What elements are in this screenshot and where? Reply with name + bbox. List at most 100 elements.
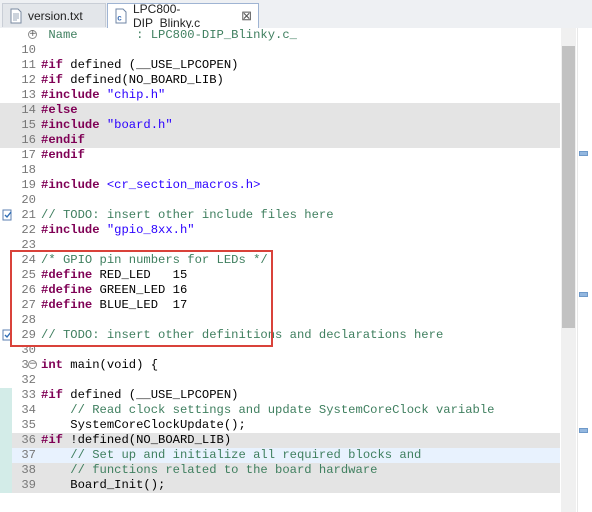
code-line[interactable]: 34 // Read clock settings and update Sys…	[0, 403, 560, 418]
tab-label: version.txt	[28, 8, 83, 23]
code-token: int	[41, 358, 63, 372]
code-line[interactable]: 33 #if defined (__USE_LPCOPEN)	[0, 388, 560, 403]
code-line[interactable]: 38 // functions related to the board har…	[0, 463, 560, 478]
overview-ruler[interactable]	[577, 28, 592, 512]
line-text: #if defined (__USE_LPCOPEN)	[41, 58, 238, 73]
code-token: !defined(NO_BOARD_LIB)	[62, 433, 232, 447]
line-text: #endif	[41, 133, 85, 148]
code-token: defined (__USE_LPCOPEN)	[62, 58, 239, 72]
line-text: Board_Init();	[41, 478, 165, 493]
code-token: Board_Init();	[41, 478, 166, 492]
code-line[interactable]: 16 #endif	[0, 133, 560, 148]
code-line[interactable]: 17 #endif	[0, 148, 560, 163]
quick-diff-marker	[0, 448, 12, 463]
code-line[interactable]: 39 Board_Init();	[0, 478, 560, 493]
code-token: // TODO: insert other include files here	[41, 208, 334, 222]
code-token: // Read clock settings and update System…	[70, 403, 495, 417]
code-token: Name : LPC800-DIP_Blinky.c	[41, 28, 290, 42]
code-token: #include	[41, 88, 100, 102]
code-token: #include	[41, 223, 100, 237]
code-token: #endif	[41, 148, 85, 162]
code-line[interactable]: 20	[0, 193, 560, 208]
quick-diff-marker	[0, 463, 12, 478]
overview-marker[interactable]	[579, 151, 588, 156]
expand-fold-icon[interactable]: +	[28, 30, 37, 39]
tab-lpc800-dip-blinky-c[interactable]: c LPC800-DIP_Blinky.c ⊠	[107, 2, 259, 30]
code-line[interactable]: 15 #include "board.h"	[0, 118, 560, 133]
code-token: #if	[41, 73, 63, 87]
line-number: 21	[21, 208, 36, 222]
line-text: // Read clock settings and update System…	[41, 403, 494, 418]
code-line[interactable]: 11 #if defined (__USE_LPCOPEN)	[0, 58, 560, 73]
line-number: 35	[21, 418, 36, 432]
line-text: #if !defined(NO_BOARD_LIB)	[41, 433, 231, 448]
code-line[interactable]: 3+ Name : LPC800-DIP_Blinky.c_	[0, 28, 560, 43]
code-line[interactable]: 21 // TODO: insert other include files he…	[0, 208, 560, 223]
line-number: 39	[21, 478, 36, 492]
code-token: #if	[41, 433, 63, 447]
line-text: // Set up and initialize all required bl…	[41, 448, 421, 463]
line-number: 20	[21, 193, 36, 207]
line-number: 10	[21, 43, 36, 57]
text-file-icon	[10, 8, 22, 23]
tab-version-txt[interactable]: version.txt	[2, 3, 106, 27]
code-token: // Set up and initialize all required bl…	[70, 448, 422, 462]
code-line[interactable]: 13 #include "chip.h"	[0, 88, 560, 103]
line-number: 33	[21, 388, 36, 402]
code-line[interactable]: 36 #if !defined(NO_BOARD_LIB)	[0, 433, 560, 448]
line-number: 17	[21, 148, 36, 162]
code-line[interactable]: 19 #include <cr_section_macros.h>	[0, 178, 560, 193]
line-text: #endif	[41, 148, 85, 163]
code-line[interactable]: 37 // Set up and initialize all required…	[0, 448, 560, 463]
quick-diff-marker	[0, 433, 12, 448]
c-source-file-icon: c	[115, 8, 127, 24]
overview-marker[interactable]	[579, 428, 588, 433]
collapse-fold-icon[interactable]: −	[28, 360, 37, 369]
code-token: defined(NO_BOARD_LIB)	[62, 73, 224, 87]
code-token: SystemCoreClockUpdate();	[41, 418, 246, 432]
code-token: #else	[41, 103, 78, 117]
code-token: main(void) {	[62, 358, 159, 372]
code-token: #if	[41, 388, 63, 402]
line-number: 11	[21, 58, 36, 72]
code-token: #include	[41, 118, 100, 132]
line-text: Name : LPC800-DIP_Blinky.c_	[41, 28, 297, 43]
code-line[interactable]: 31−int main(void) {	[0, 358, 560, 373]
code-line[interactable]: 12 #if defined(NO_BOARD_LIB)	[0, 73, 560, 88]
line-number: 15	[21, 118, 36, 132]
line-text: SystemCoreClockUpdate();	[41, 418, 246, 433]
code-token: "gpio_8xx.h"	[106, 223, 195, 237]
code-line[interactable]: 14 #else	[0, 103, 560, 118]
close-icon[interactable]: ⊠	[241, 8, 252, 24]
line-number: 14	[21, 103, 36, 117]
code-line[interactable]: 18	[0, 163, 560, 178]
code-line[interactable]: 22 #include "gpio_8xx.h"	[0, 223, 560, 238]
highlight-annotation-box	[10, 250, 273, 347]
code-editor[interactable]: 3+ Name : LPC800-DIP_Blinky.c_1011 #if de…	[0, 28, 592, 512]
code-token: #endif	[41, 133, 85, 147]
line-number: 22	[21, 223, 36, 237]
code-line[interactable]: 35 SystemCoreClockUpdate();	[0, 418, 560, 433]
quick-diff-marker	[0, 403, 12, 418]
overview-marker[interactable]	[579, 292, 588, 297]
tab-label: LPC800-DIP_Blinky.c	[133, 2, 201, 30]
line-number: 38	[21, 463, 36, 477]
code-line[interactable]: 32	[0, 373, 560, 388]
code-line[interactable]: 10	[0, 43, 560, 58]
line-text: #include "chip.h"	[41, 88, 165, 103]
line-number: 34	[21, 403, 36, 417]
line-text: #if defined (__USE_LPCOPEN)	[41, 388, 238, 403]
scrollbar-thumb[interactable]	[562, 46, 575, 328]
line-text: // functions related to the board hardwa…	[41, 463, 377, 478]
editor-tab-bar: version.txt c LPC800-DIP_Blinky.c ⊠	[0, 0, 592, 30]
line-text: #if defined(NO_BOARD_LIB)	[41, 73, 224, 88]
code-token: #if	[41, 58, 63, 72]
quick-diff-marker	[0, 478, 12, 493]
quick-diff-marker	[0, 388, 12, 403]
